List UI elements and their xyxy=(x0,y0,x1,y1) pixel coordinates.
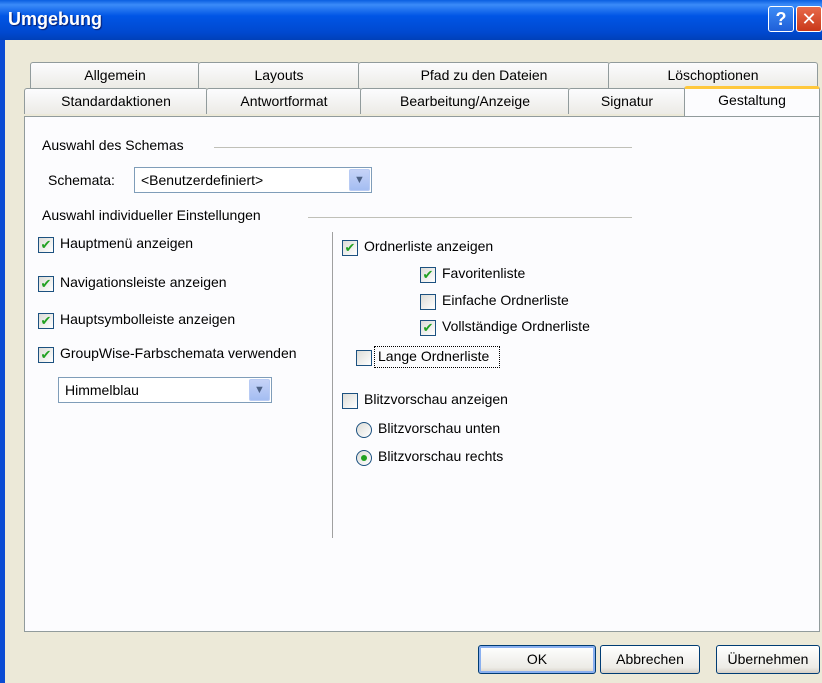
schema-group-divider xyxy=(214,147,632,148)
lange-ordnerliste-label: Lange Ordnerliste xyxy=(378,348,490,364)
navigationsleiste-checkbox[interactable]: ✔ xyxy=(38,276,54,292)
tab-layouts[interactable]: Layouts xyxy=(198,62,360,88)
tab-loeschoptionen[interactable]: Löschoptionen xyxy=(608,62,818,88)
tab-allgemein[interactable]: Allgemein xyxy=(30,62,200,88)
schemata-label: Schemata: xyxy=(48,172,115,188)
window-frame-left xyxy=(0,40,5,683)
title-bar: Umgebung ? ✕ xyxy=(0,0,822,40)
favoritenliste-checkbox[interactable]: ✔ xyxy=(420,267,436,283)
ordnerliste-label: Ordnerliste anzeigen xyxy=(364,238,494,254)
schemata-select[interactable]: <Benutzerdefiniert> ▼ xyxy=(134,167,372,193)
tab-signatur[interactable]: Signatur xyxy=(568,88,686,114)
tab-gestaltung[interactable]: Gestaltung xyxy=(684,86,820,116)
farbschema-value: Himmelblau xyxy=(65,382,139,398)
cancel-button[interactable]: Abbrechen xyxy=(600,645,700,674)
farbschemata-checkbox[interactable]: ✔ xyxy=(38,347,54,363)
tab-bearbeitung-anzeige[interactable]: Bearbeitung/Anzeige xyxy=(360,88,570,114)
individual-group-divider xyxy=(308,217,632,218)
farbschema-select[interactable]: Himmelblau ▼ xyxy=(58,377,272,403)
hauptsymbolleiste-label: Hauptsymbolleiste anzeigen xyxy=(60,311,236,327)
schema-group-label: Auswahl des Schemas xyxy=(42,137,184,153)
help-button[interactable]: ? xyxy=(768,6,794,32)
blitzvorschau-rechts-label: Blitzvorschau rechts xyxy=(378,448,504,464)
farbschemata-label: GroupWise-Farbschemata verwenden xyxy=(60,345,297,361)
hauptsymbolleiste-checkbox[interactable]: ✔ xyxy=(38,313,54,329)
tab-standardaktionen[interactable]: Standardaktionen xyxy=(24,88,208,114)
einfache-ordnerliste-checkbox[interactable] xyxy=(420,294,436,310)
radio-selected-dot xyxy=(361,455,367,461)
hauptmenue-label: Hauptmenü anzeigen xyxy=(60,235,194,251)
favoritenliste-label: Favoritenliste xyxy=(442,265,526,281)
lange-ordnerliste-checkbox[interactable] xyxy=(356,350,372,366)
tab-antwortformat[interactable]: Antwortformat xyxy=(206,88,362,114)
ok-button[interactable]: OK xyxy=(478,645,596,674)
apply-button[interactable]: Übernehmen xyxy=(716,645,820,674)
blitzvorschau-checkbox[interactable] xyxy=(342,393,358,409)
chevron-down-icon[interactable]: ▼ xyxy=(349,169,370,191)
settings-dialog: Umgebung ? ✕ Allgemein Layouts Pfad zu d… xyxy=(0,0,822,683)
blitzvorschau-unten-radio[interactable] xyxy=(356,422,372,438)
vollstaendige-ordnerliste-label: Vollständige Ordnerliste xyxy=(442,318,590,334)
blitzvorschau-rechts-radio[interactable] xyxy=(356,450,372,466)
tab-panel-gestaltung xyxy=(24,116,820,632)
tab-pfad-zu-den-dateien[interactable]: Pfad zu den Dateien xyxy=(358,62,610,88)
chevron-down-icon[interactable]: ▼ xyxy=(249,379,270,401)
blitzvorschau-label: Blitzvorschau anzeigen xyxy=(364,391,508,407)
navigationsleiste-label: Navigationsleiste anzeigen xyxy=(60,274,227,290)
ordnerliste-checkbox[interactable]: ✔ xyxy=(342,240,358,256)
schemata-value: <Benutzerdefiniert> xyxy=(141,172,264,188)
blitzvorschau-unten-label: Blitzvorschau unten xyxy=(378,420,501,436)
vollstaendige-ordnerliste-checkbox[interactable]: ✔ xyxy=(420,320,436,336)
hauptmenue-checkbox[interactable]: ✔ xyxy=(38,237,54,253)
column-divider xyxy=(332,232,333,538)
close-button[interactable]: ✕ xyxy=(796,6,822,32)
einfache-ordnerliste-label: Einfache Ordnerliste xyxy=(442,292,569,308)
individual-group-label: Auswahl individueller Einstellungen xyxy=(42,207,261,223)
window-title: Umgebung xyxy=(8,9,102,29)
